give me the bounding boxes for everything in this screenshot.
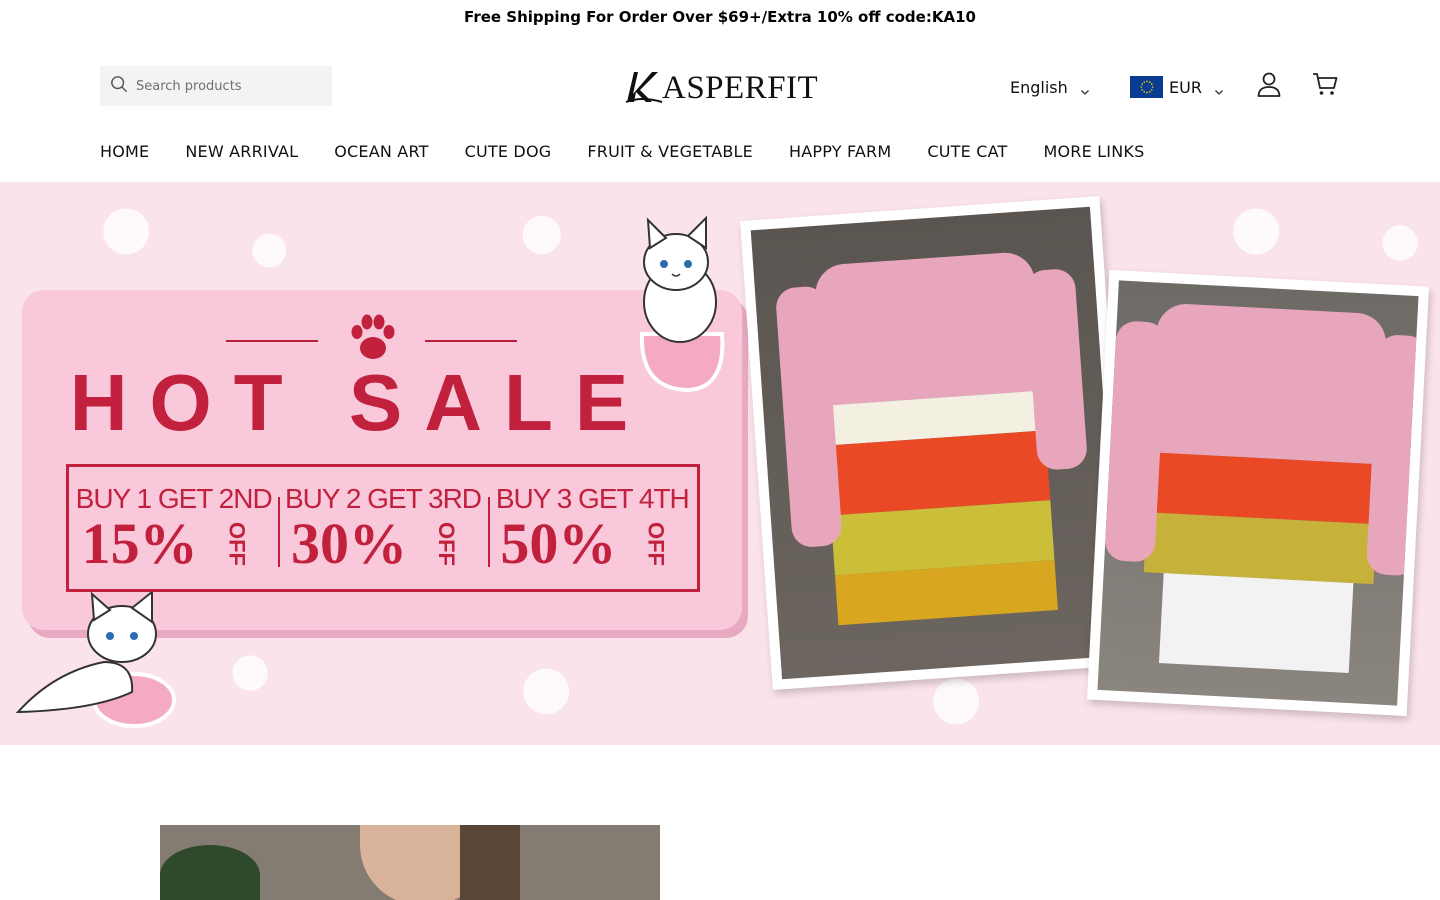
plant-shape: [160, 845, 260, 900]
nav-new-arrival[interactable]: NEW ARRIVAL: [185, 142, 298, 161]
cart-icon[interactable]: [1311, 70, 1339, 102]
paw-print-icon: ●: [230, 642, 271, 696]
deal-percent-row: 15% OFF: [82, 515, 266, 573]
deal-off: OFF: [224, 522, 250, 566]
currency-selector[interactable]: EUR: [1130, 74, 1224, 100]
brand-k-logo-icon: [624, 66, 664, 110]
hero-headline: HOT SALE: [69, 358, 651, 447]
nav-more-links[interactable]: MORE LINKS: [1043, 142, 1144, 161]
deal-percent: 50%: [500, 511, 617, 576]
nav-fruit-vegetable[interactable]: FRUIT & VEGETABLE: [587, 142, 753, 161]
paw-print-icon: ●: [1380, 212, 1421, 266]
hero-banner[interactable]: ● ● ● ● ● ● ● ● HOT SALE BUY 1 GET 2ND 1…: [0, 182, 1440, 745]
search-box[interactable]: [100, 66, 332, 106]
nav-cute-dog[interactable]: CUTE DOG: [465, 142, 552, 161]
account-button[interactable]: [1255, 72, 1283, 100]
nav-home[interactable]: HOME: [100, 142, 149, 161]
search-input[interactable]: [136, 78, 316, 94]
brand-logo[interactable]: ASPERFIT: [624, 66, 818, 110]
divider: [425, 340, 517, 342]
announcement-bar: Free Shipping For Order Over $69+/Extra …: [0, 0, 1440, 34]
user-icon[interactable]: [1255, 70, 1283, 102]
announcement-text: Free Shipping For Order Over $69+/Extra …: [464, 8, 976, 26]
language-selector[interactable]: English: [1010, 74, 1090, 100]
paw-print-icon: ●: [100, 192, 153, 262]
paw-print-icon: ●: [250, 222, 289, 273]
product-image: [1097, 280, 1419, 706]
deal-card: BUY 1 GET 2ND 15% OFF: [69, 467, 278, 589]
cat-in-pocket-illustration: [618, 214, 738, 398]
chevron-down-icon: [1080, 82, 1090, 95]
deals-box: BUY 1 GET 2ND 15% OFF BUY 2 GET 3RD 30% …: [66, 464, 700, 592]
product-image: [750, 206, 1122, 680]
product-photo[interactable]: [740, 196, 1132, 690]
deal-percent: 15%: [81, 511, 198, 576]
eu-flag-icon: [1130, 76, 1163, 98]
deal-percent-row: 30% OFF: [291, 515, 475, 573]
paw-print-icon: ●: [520, 652, 573, 722]
deal-percent: 30%: [290, 511, 407, 576]
deal-percent-row: 50% OFF: [500, 515, 684, 573]
currency-label: EUR: [1169, 77, 1202, 97]
model-hair: [460, 825, 520, 900]
deal-off: OFF: [433, 522, 459, 566]
lying-cat-illustration: [14, 589, 184, 736]
search-icon[interactable]: [110, 75, 128, 97]
language-label: English: [1010, 77, 1068, 97]
product-photo[interactable]: [1086, 269, 1430, 717]
featured-image[interactable]: [160, 825, 660, 900]
paw-print-icon: ●: [1230, 192, 1283, 262]
divider: [226, 340, 318, 342]
nav-happy-farm[interactable]: HAPPY FARM: [789, 142, 891, 161]
paw-print-icon: ●: [520, 202, 564, 260]
deal-card: BUY 2 GET 3RD 30% OFF: [278, 467, 487, 589]
deal-card: BUY 3 GET 4TH 50% OFF: [487, 467, 697, 589]
chevron-down-icon: [1214, 82, 1224, 95]
nav-ocean-art[interactable]: OCEAN ART: [334, 142, 428, 161]
nav-cute-cat[interactable]: CUTE CAT: [927, 142, 1007, 161]
main-nav: HOME NEW ARRIVAL OCEAN ART CUTE DOG FRUI…: [100, 142, 1144, 161]
cart-button[interactable]: [1311, 72, 1339, 100]
deal-off: OFF: [643, 522, 669, 566]
brand-name: ASPERFIT: [662, 69, 819, 106]
